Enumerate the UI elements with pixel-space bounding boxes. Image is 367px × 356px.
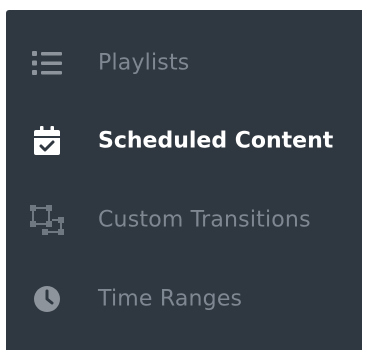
sidebar-item-label: Time Ranges bbox=[98, 286, 243, 312]
sidebar-item-time-ranges[interactable]: Time Ranges bbox=[6, 271, 362, 327]
list-icon bbox=[27, 43, 67, 83]
app-frame: Playlists Scheduled Content Custom Trans… bbox=[0, 0, 367, 356]
sidebar-item-playlists[interactable]: Playlists bbox=[6, 35, 362, 91]
sidebar-item-label: Custom Transitions bbox=[98, 207, 311, 233]
clock-icon bbox=[27, 279, 67, 319]
sidebar-nav: Playlists Scheduled Content Custom Trans… bbox=[6, 10, 362, 350]
transitions-icon bbox=[27, 200, 67, 240]
calendar-check-icon bbox=[27, 121, 67, 161]
sidebar-item-label: Playlists bbox=[98, 50, 190, 76]
sidebar-item-label: Scheduled Content bbox=[98, 128, 334, 154]
sidebar-item-custom-transitions[interactable]: Custom Transitions bbox=[6, 192, 362, 248]
sidebar-item-scheduled-content[interactable]: Scheduled Content bbox=[6, 113, 362, 169]
